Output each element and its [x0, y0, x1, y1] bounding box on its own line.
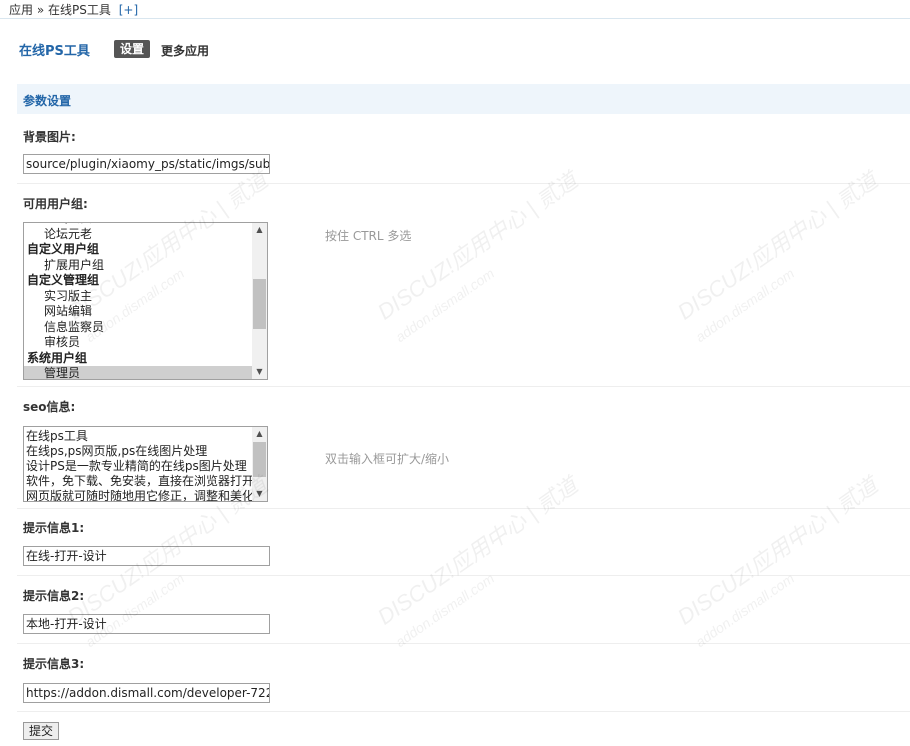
tip2-input[interactable]: 本地-打开-设计 — [23, 614, 270, 634]
row-divider — [17, 711, 910, 712]
list-option[interactable]: 信息监察员 — [24, 320, 252, 336]
section-title: 参数设置 — [23, 94, 72, 108]
usergroups-hint: 按住 CTRL 多选 — [325, 229, 412, 243]
section-header: 参数设置 — [17, 84, 910, 114]
seo-text-line: 在线ps,ps网页版,ps在线图片处理 — [26, 444, 208, 458]
seo-label: seo信息: — [23, 400, 76, 414]
list-option[interactable]: 管理员 — [24, 366, 252, 379]
top-bar: 应用 » 在线PS工具 [+] — [0, 0, 910, 19]
watermark: DISCUZ!应用中心 | 贰道 addon.dismall.com — [672, 472, 883, 651]
scroll-down-arrow-icon[interactable]: ▼ — [252, 365, 267, 379]
scrollbar-thumb[interactable] — [253, 279, 266, 329]
background-image-input[interactable]: source/plugin/xiaomy_ps/static/imgs/sub — [23, 154, 270, 174]
breadcrumb: 应用 » 在线PS工具 [+] — [9, 1, 138, 18]
watermark: DISCUZ!应用中心 | 贰道 addon.dismall.com — [372, 472, 583, 651]
scroll-up-arrow-icon[interactable]: ▲ — [252, 427, 267, 441]
add-shortcut-link[interactable]: [+] — [119, 3, 138, 17]
seo-hint: 双击输入框可扩大/缩小 — [325, 452, 450, 466]
row-divider — [17, 183, 910, 184]
list-scrollbar[interactable]: ▲ ▼ — [252, 223, 267, 379]
watermark: DISCUZ!应用中心 | 贰道 addon.dismall.com — [672, 167, 883, 346]
tab-more-apps[interactable]: 更多应用 — [161, 42, 209, 59]
submit-button[interactable]: 提交 — [23, 722, 60, 740]
row-divider — [17, 386, 910, 387]
tip3-input[interactable]: https://addon.dismall.com/developer-722 — [23, 683, 270, 703]
breadcrumb-separator: » — [36, 3, 45, 17]
seo-text-line: 在线ps工具 — [26, 429, 88, 443]
tip1-label: 提示信息1: — [23, 521, 85, 535]
breadcrumb-root[interactable]: 应用 — [9, 3, 33, 17]
app-title[interactable]: 在线PS工具 — [19, 40, 90, 59]
usergroups-label: 可用用户组: — [23, 197, 88, 211]
option-group-label[interactable]: 系统用户组 — [24, 351, 252, 367]
watermark: DISCUZ!应用中心 | 贰道 addon.dismall.com — [372, 167, 583, 346]
seo-text-line: 软件，免下载、免安装，直接在浏览器打开 — [26, 474, 255, 488]
background-label: 背景图片: — [23, 130, 76, 144]
tab-settings[interactable]: 设置 — [114, 40, 151, 58]
row-divider — [17, 643, 910, 644]
tip3-label: 提示信息3: — [23, 657, 85, 671]
seo-text-line: 设计PS是一款专业精简的在线ps图片处理 — [26, 459, 247, 473]
list-option[interactable]: 审核员 — [24, 335, 252, 351]
row-divider — [17, 508, 910, 509]
breadcrumb-current[interactable]: 在线PS工具 — [48, 3, 111, 17]
